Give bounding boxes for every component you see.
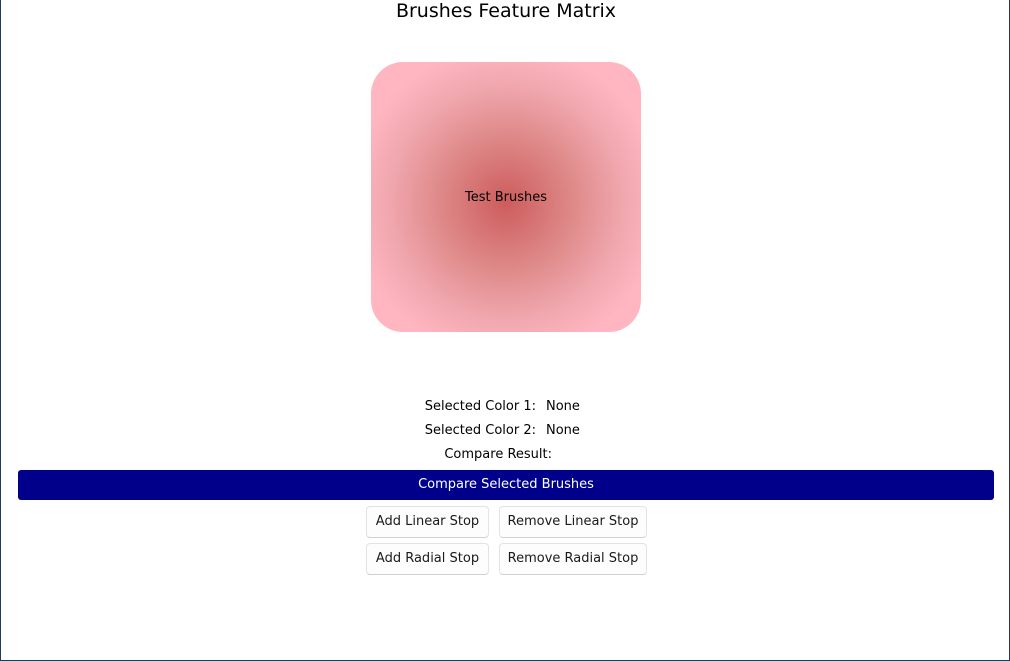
compare-selected-brushes-button[interactable]: Compare Selected Brushes (18, 470, 994, 500)
selected-color-1-label: Selected Color 1: (424, 399, 536, 414)
test-brushes-preview: Test Brushes (371, 62, 641, 332)
page-title: Brushes Feature Matrix (395, 0, 617, 22)
remove-radial-stop-button[interactable]: Remove Radial Stop (499, 543, 647, 575)
compare-result-row: Compare Result: (1, 445, 1010, 465)
compare-result-label: Compare Result: (444, 447, 552, 462)
selected-color-2-row: Selected Color 2: None (1, 421, 1010, 441)
selected-color-1-row: Selected Color 1: None (1, 397, 1010, 417)
selected-color-2-label: Selected Color 2: (424, 423, 536, 438)
app-window: Brushes Feature Matrix Test Brushes Sele… (0, 0, 1010, 661)
add-linear-stop-button[interactable]: Add Linear Stop (366, 506, 489, 538)
selected-color-2-value: None (546, 423, 580, 438)
test-brushes-label: Test Brushes (464, 190, 548, 205)
selected-color-1-value: None (546, 399, 580, 414)
add-radial-stop-button[interactable]: Add Radial Stop (366, 543, 489, 575)
remove-linear-stop-button[interactable]: Remove Linear Stop (499, 506, 647, 538)
